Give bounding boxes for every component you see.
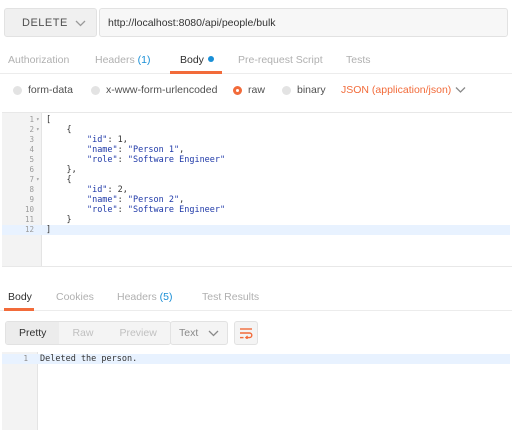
tab-headers-label: Headers — [95, 54, 135, 66]
modified-dot-icon — [207, 56, 214, 62]
line-number: 1 — [29, 115, 34, 124]
code-text: { — [46, 175, 72, 185]
body-type-options: form-data x-www-form-urlencoded raw bina… — [0, 74, 512, 108]
radio-label: binary — [297, 84, 326, 96]
code-line: 1 ▾ [ — [2, 115, 510, 125]
response-tabs: Body Cookies Headers (5) Test Results — [0, 285, 512, 311]
line-number: 11 — [24, 215, 34, 224]
tab-headers[interactable]: Headers (1) — [95, 54, 150, 66]
response-tab-headers-count: (5) — [159, 291, 173, 303]
radio-label: x-www-form-urlencoded — [106, 84, 218, 96]
line-number: 7 — [29, 175, 34, 184]
code-text: "name": "Person 2", — [86, 195, 185, 205]
code-text: "id": 1, — [86, 135, 128, 145]
radio-form-data[interactable]: form-data — [13, 84, 73, 96]
tab-tests[interactable]: Tests — [346, 54, 371, 66]
line-number: 10 — [24, 205, 34, 214]
view-pretty-button[interactable]: Pretty — [6, 322, 60, 344]
content-type-dropdown[interactable]: JSON (application/json) — [341, 84, 451, 96]
wrap-lines-icon — [240, 328, 253, 339]
code-line: 3 "id": 1, — [2, 135, 510, 145]
request-body-editor[interactable]: 1 ▾[2 ▾ {3 "id": 1, 4 "name": "Person 1", 5 … — [2, 112, 512, 267]
line-number: 9 — [29, 195, 34, 204]
view-preview-button[interactable]: Preview — [106, 322, 170, 344]
code-text: [ — [46, 115, 52, 125]
response-format-label: Text — [179, 327, 199, 339]
code-text: } — [46, 215, 72, 225]
line-number: 12 — [24, 225, 34, 234]
response-text: Deleted the person. — [40, 354, 138, 364]
code-text: "role": "Software Engineer" — [86, 155, 226, 165]
tab-body-label: Body — [180, 54, 204, 66]
response-format-select[interactable]: Text — [170, 321, 228, 345]
request-bar: DELETE http://localhost:8080/api/people/… — [0, 0, 512, 46]
radio-urlencoded[interactable]: x-www-form-urlencoded — [91, 84, 217, 96]
response-tab-test-results[interactable]: Test Results — [202, 291, 259, 303]
fold-toggle-icon[interactable]: ▾ — [36, 125, 40, 135]
line-number: 8 — [29, 185, 34, 194]
method-label: DELETE — [22, 17, 68, 29]
tab-body[interactable]: Body — [180, 54, 214, 66]
radio-circle-icon — [13, 85, 22, 95]
active-response-tab-indicator — [4, 308, 34, 311]
code-line: 8 "id": 2, — [2, 185, 510, 195]
url-text: http://localhost:8080/api/people/bulk — [108, 17, 276, 29]
chevron-down-icon — [75, 20, 86, 27]
url-input[interactable]: http://localhost:8080/api/people/bulk — [99, 8, 508, 37]
tab-prerequest-script[interactable]: Pre-request Script — [238, 54, 323, 66]
request-tabs: Authorization Headers (1) Body Pre-reque… — [0, 46, 512, 74]
tab-headers-count: (1) — [137, 54, 151, 66]
code-text: ] — [46, 225, 52, 235]
line-number: 6 — [29, 165, 34, 174]
code-line: 7 ▾ { — [2, 175, 510, 185]
code-line: 5 "role": "Software Engineer" — [2, 155, 510, 165]
code-text: "role": "Software Engineer" — [86, 205, 226, 215]
code-text: "name": "Person 1", — [86, 145, 185, 155]
view-raw-button[interactable]: Raw — [59, 322, 107, 344]
fold-toggle-icon[interactable]: ▾ — [36, 115, 40, 125]
code-text: "id": 2, — [86, 185, 128, 195]
code-text: }, — [46, 165, 77, 175]
response-tab-headers-label: Headers — [117, 291, 157, 303]
code-line: 9 "name": "Person 2", — [2, 195, 510, 205]
radio-label: form-data — [28, 84, 73, 96]
method-select[interactable]: DELETE — [4, 8, 97, 37]
line-number: 1 — [23, 354, 28, 363]
code-line: 2 ▾ { — [2, 125, 510, 135]
code-line: 10 "role": "Software Engineer" — [2, 205, 510, 215]
radio-binary[interactable]: binary — [282, 84, 326, 96]
response-tab-cookies[interactable]: Cookies — [56, 291, 94, 303]
line-number: 2 — [29, 125, 34, 134]
line-number: 3 — [29, 135, 34, 144]
tab-authorization[interactable]: Authorization — [8, 54, 69, 66]
code-text: { — [46, 125, 72, 135]
response-toolbar: Pretty Raw Preview Text — [0, 318, 512, 348]
radio-label: raw — [248, 84, 265, 96]
response-tab-body[interactable]: Body — [8, 291, 32, 303]
response-line: 1 Deleted the person. — [2, 354, 510, 364]
radio-circle-icon — [282, 85, 291, 95]
radio-selected-icon — [233, 85, 242, 95]
code-line: 4 "name": "Person 1", — [2, 145, 510, 155]
radio-circle-icon — [91, 85, 100, 95]
line-number: 4 — [29, 145, 34, 154]
line-number: 5 — [29, 155, 34, 164]
chevron-down-icon — [208, 330, 219, 337]
wrap-lines-button[interactable] — [234, 321, 258, 345]
response-body-viewer[interactable]: 1 Deleted the person. — [2, 352, 512, 430]
chevron-down-icon[interactable] — [455, 86, 466, 94]
radio-raw[interactable]: raw — [233, 84, 265, 96]
response-view-toggle: Pretty Raw Preview — [5, 321, 171, 345]
response-tab-headers[interactable]: Headers (5) — [117, 291, 172, 303]
code-line: 11 } — [2, 215, 510, 225]
code-line: 12] — [2, 225, 510, 235]
code-line: 6 }, — [2, 165, 510, 175]
fold-toggle-icon[interactable]: ▾ — [36, 175, 40, 185]
